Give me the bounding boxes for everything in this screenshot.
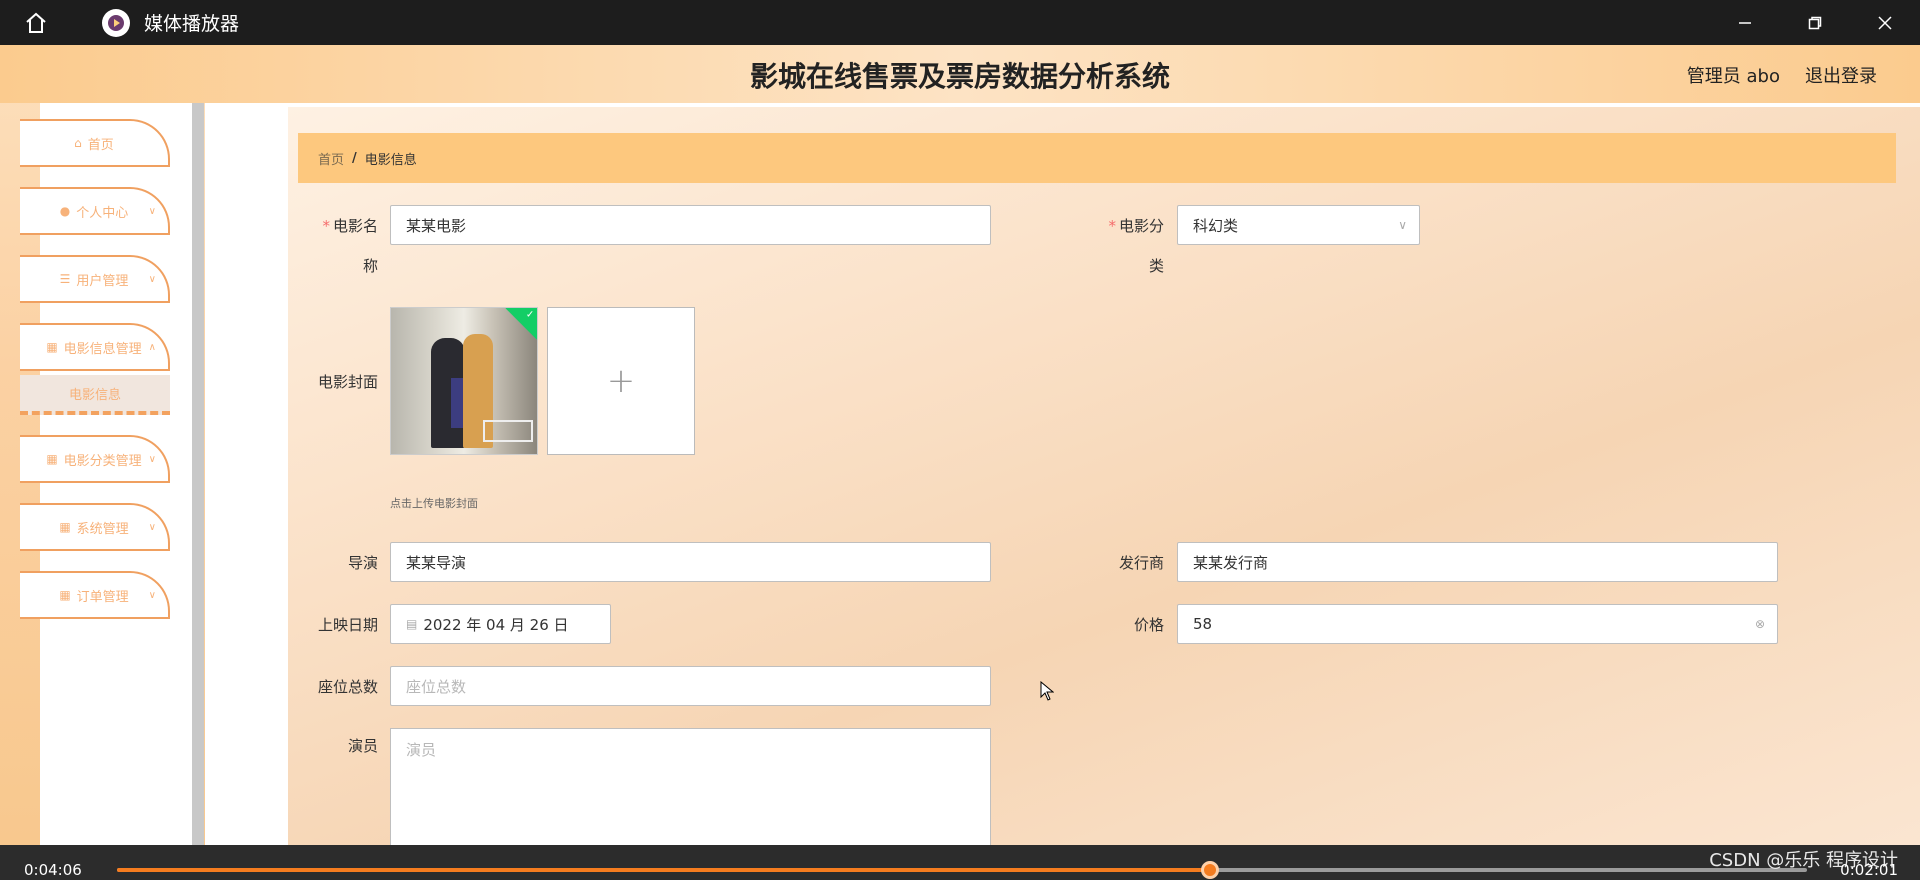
publisher-input[interactable]: 某某发行商 bbox=[1177, 542, 1778, 582]
cover-image[interactable]: ✓ bbox=[390, 307, 538, 455]
release-date-label: 上映日期 bbox=[317, 616, 378, 634]
chevron-down-icon: ∨ bbox=[148, 205, 156, 217]
seats-label: 座位总数 bbox=[317, 678, 378, 696]
submenu-item-movie-info[interactable]: 电影信息 bbox=[20, 375, 170, 415]
cover-label: 电影封面 bbox=[317, 373, 378, 391]
category-label: * 电影分 bbox=[1108, 217, 1164, 235]
breadcrumb-home[interactable]: 首页 bbox=[318, 149, 344, 168]
chevron-down-icon: ∨ bbox=[148, 521, 156, 533]
sidebar-item-home[interactable]: ⌂ 首页 bbox=[20, 119, 170, 167]
chevron-up-icon: ∧ bbox=[148, 341, 156, 353]
player-controls: 0:04:06 CSDN @乐乐 程序设计 0:02:01 bbox=[0, 845, 1920, 880]
sidebar-item-label: 订单管理 bbox=[76, 589, 129, 605]
movie-name-input[interactable]: 某某电影 bbox=[390, 205, 991, 245]
upload-hint: 点击上传电影封面 bbox=[390, 497, 478, 510]
sidebar-item-label: 系统管理 bbox=[76, 521, 129, 537]
sidebar-item-label: 用户管理 bbox=[76, 273, 129, 289]
web-app: 影城在线售票及票房数据分析系统 管理员 abo 退出登录 ⌂ 首页 ● 个人中心… bbox=[0, 45, 1920, 845]
chevron-down-icon: ∨ bbox=[1398, 218, 1407, 232]
home-icon: ⌂ bbox=[74, 136, 82, 150]
category-value: 科幻类 bbox=[1193, 216, 1239, 235]
player-titlebar: 媒体播放器 bbox=[0, 0, 1920, 45]
release-date-value: 2022 年 04 月 26 日 bbox=[423, 615, 569, 634]
publisher-label: 发行商 bbox=[1118, 554, 1164, 572]
seek-bar[interactable] bbox=[117, 861, 1807, 879]
chevron-down-icon: ∨ bbox=[148, 453, 156, 465]
price-input[interactable]: 58 ⊗ bbox=[1177, 604, 1778, 644]
seek-bar-fill bbox=[117, 868, 1211, 872]
price-label: 价格 bbox=[1133, 616, 1164, 634]
movie-name-label-cont: 称 bbox=[362, 257, 378, 275]
admin-label: 管理员 abo bbox=[1686, 66, 1780, 87]
calendar-icon: ▤ bbox=[406, 617, 418, 631]
category-select[interactable]: 科幻类 ∨ bbox=[1177, 205, 1420, 245]
sidebar-item-profile[interactable]: ● 个人中心 ∨ bbox=[20, 187, 170, 235]
sidebar-item-movie-info[interactable]: ▦ 电影信息管理 ∧ bbox=[20, 323, 170, 371]
remaining-time: 0:02:01 bbox=[1840, 861, 1898, 879]
logout-link[interactable]: 退出登录 bbox=[1805, 62, 1877, 88]
sidebar-item-label: 电影分类管理 bbox=[63, 453, 142, 469]
grid-icon: ▦ bbox=[46, 452, 58, 466]
actors-label: 演员 bbox=[347, 737, 378, 755]
seek-bar-handle[interactable] bbox=[1201, 861, 1220, 879]
grid-icon: ▦ bbox=[59, 520, 71, 534]
sidebar-item-label: 电影信息管理 bbox=[63, 341, 142, 357]
plus-icon: + bbox=[606, 361, 636, 401]
sidebar-item-label: 个人中心 bbox=[76, 205, 129, 221]
mouse-cursor-icon bbox=[1040, 681, 1054, 701]
user-icon: ● bbox=[59, 204, 71, 218]
elapsed-time: 0:04:06 bbox=[24, 861, 82, 879]
actors-textarea[interactable]: 演员 bbox=[390, 728, 991, 845]
movie-name-label: * 电影名 bbox=[322, 217, 378, 235]
close-button[interactable] bbox=[1850, 0, 1920, 45]
sidebar-scrollbar[interactable] bbox=[192, 103, 204, 845]
upload-button[interactable]: + bbox=[547, 307, 695, 455]
chevron-down-icon: ∨ bbox=[148, 589, 156, 601]
category-label-cont: 类 bbox=[1148, 257, 1164, 275]
app-header: 影城在线售票及票房数据分析系统 管理员 abo 退出登录 bbox=[0, 45, 1920, 103]
player-title: 媒体播放器 bbox=[144, 13, 240, 35]
chevron-down-icon: ∨ bbox=[148, 273, 156, 285]
check-icon: ✓ bbox=[505, 308, 537, 340]
director-input[interactable]: 某某导演 bbox=[390, 542, 991, 582]
grid-icon: ▦ bbox=[59, 588, 71, 602]
breadcrumb: 首页 / 电影信息 bbox=[298, 133, 1896, 183]
clear-icon[interactable]: ⊗ bbox=[1755, 617, 1765, 631]
media-player-logo-icon bbox=[102, 8, 130, 37]
submenu-label: 电影信息 bbox=[68, 387, 121, 403]
grid-icon: ▦ bbox=[46, 340, 58, 354]
minimize-button[interactable] bbox=[1710, 0, 1780, 45]
release-date-picker[interactable]: ▤ 2022 年 04 月 26 日 bbox=[390, 604, 611, 644]
sidebar-item-category[interactable]: ▦ 电影分类管理 ∨ bbox=[20, 435, 170, 483]
sidebar-item-users[interactable]: ☰ 用户管理 ∨ bbox=[20, 255, 170, 303]
director-label: 导演 bbox=[347, 554, 378, 572]
price-value: 58 bbox=[1193, 615, 1213, 633]
breadcrumb-separator: / bbox=[352, 150, 357, 166]
breadcrumb-current: 电影信息 bbox=[364, 152, 417, 168]
sidebar-item-label: 首页 bbox=[87, 137, 114, 153]
sidebar-item-system[interactable]: ▦ 系统管理 ∨ bbox=[20, 503, 170, 551]
sidebar-item-orders[interactable]: ▦ 订单管理 ∨ bbox=[20, 571, 170, 619]
home-icon[interactable] bbox=[18, 5, 54, 41]
system-title: 影城在线售票及票房数据分析系统 bbox=[749, 60, 1170, 93]
seats-input[interactable]: 座位总数 bbox=[390, 666, 991, 706]
sliders-icon: ☰ bbox=[59, 272, 71, 286]
restore-button[interactable] bbox=[1780, 0, 1850, 45]
